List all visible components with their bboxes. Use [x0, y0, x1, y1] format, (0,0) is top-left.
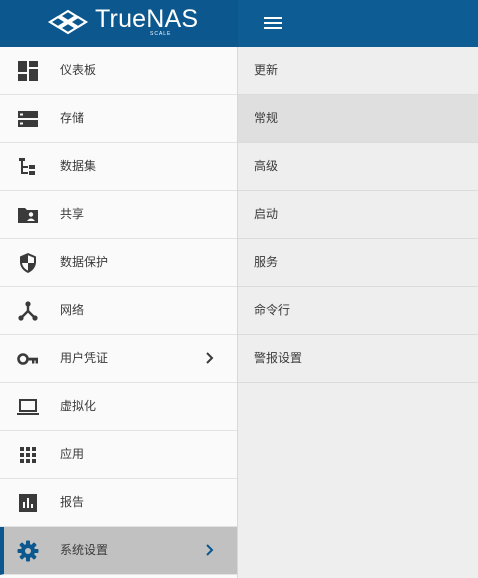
- submenu-item-update[interactable]: 更新: [238, 47, 478, 95]
- sidebar-item-storage[interactable]: 存储: [0, 95, 237, 143]
- sidebar-item-data-protection[interactable]: 数据保护: [0, 239, 237, 287]
- sidebar-item-label: 报告: [60, 495, 85, 509]
- chevron-right-icon: [206, 352, 214, 364]
- sidebar-item-label: 用户凭证: [60, 351, 109, 365]
- datasets-icon: [19, 158, 35, 175]
- laptop-icon: [17, 399, 39, 415]
- sidebar-item-label: 仪表板: [60, 63, 97, 77]
- hamburger-menu-icon[interactable]: [262, 13, 286, 33]
- apps-grid-icon: [20, 447, 36, 463]
- truenas-logo-icon: [47, 9, 89, 35]
- key-icon: [17, 353, 38, 365]
- sidebar-item-dashboard[interactable]: 仪表板: [0, 47, 237, 95]
- submenu-item-alert-settings[interactable]: 警报设置: [238, 335, 478, 383]
- sidebar-item-label: 存储: [60, 111, 85, 125]
- sidebar-item-credentials[interactable]: 用户凭证: [0, 335, 237, 383]
- sidebar-item-virtualization[interactable]: 虚拟化: [0, 383, 237, 431]
- submenu-item-general[interactable]: 常规: [238, 95, 478, 143]
- sidebar-nav: 仪表板 存储 数据集 共享 数据保护 网络 用户凭证 虚拟化 应用 报告 系统设…: [0, 47, 238, 578]
- top-toolbar: TrueNAS SCALE: [0, 0, 478, 47]
- sidebar-item-apps[interactable]: 应用: [0, 431, 237, 479]
- brand-name: TrueNAS: [95, 5, 199, 33]
- brand-area[interactable]: TrueNAS SCALE: [0, 0, 238, 47]
- sidebar-item-label: 系统设置: [60, 543, 109, 557]
- chevron-right-icon: [206, 544, 214, 556]
- sidebar-item-label: 网络: [60, 303, 85, 317]
- dashboard-icon: [18, 61, 38, 81]
- sidebar-item-label: 应用: [60, 447, 85, 461]
- sidebar-item-reports[interactable]: 报告: [0, 479, 237, 527]
- system-settings-submenu: 更新 常规 高级 启动 服务 命令行 警报设置: [238, 47, 478, 578]
- sidebar-item-label: 数据集: [60, 159, 97, 173]
- gear-icon: [17, 540, 39, 562]
- sidebar-item-network[interactable]: 网络: [0, 287, 237, 335]
- brand-edition: SCALE: [150, 31, 172, 37]
- storage-icon: [18, 111, 38, 127]
- submenu-item-advanced[interactable]: 高级: [238, 143, 478, 191]
- network-icon: [18, 301, 38, 321]
- sidebar-item-label: 数据保护: [60, 255, 109, 269]
- submenu-item-shell[interactable]: 命令行: [238, 287, 478, 335]
- sidebar-item-label: 虚拟化: [60, 399, 97, 413]
- sidebar-item-label: 共享: [60, 207, 85, 221]
- sidebar-item-shares[interactable]: 共享: [0, 191, 237, 239]
- bar-chart-icon: [19, 494, 37, 512]
- sidebar-item-datasets[interactable]: 数据集: [0, 143, 237, 191]
- sidebar-item-system-settings[interactable]: 系统设置: [0, 527, 237, 575]
- security-shield-icon: [20, 253, 36, 273]
- submenu-item-services[interactable]: 服务: [238, 239, 478, 287]
- submenu-item-boot[interactable]: 启动: [238, 191, 478, 239]
- folder-share-icon: [18, 208, 38, 223]
